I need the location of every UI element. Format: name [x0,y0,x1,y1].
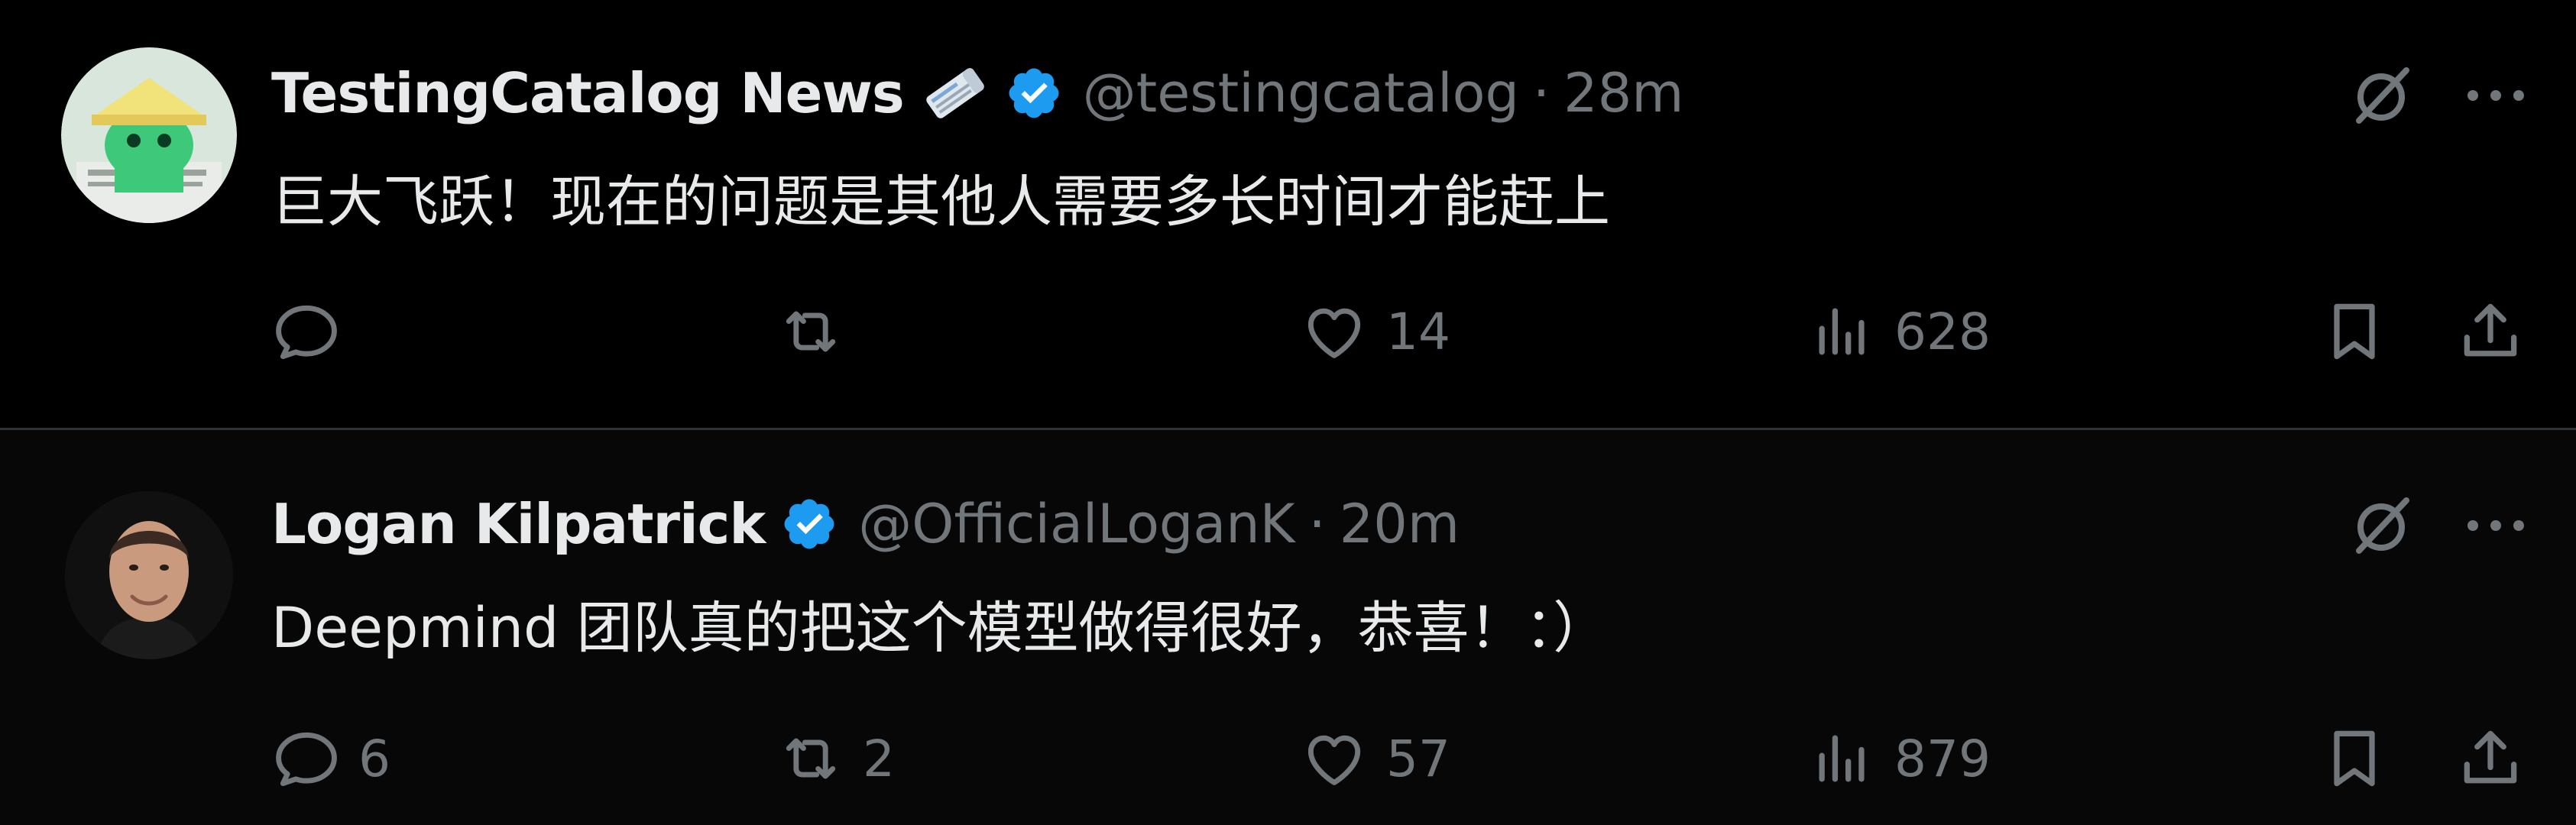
share-icon [2455,723,2526,794]
view-count: 879 [1894,729,1991,788]
tweet[interactable]: TestingCatalog News @testingcatalog · 28… [0,0,2576,428]
reply-icon [271,296,342,367]
like-count: 57 [1386,729,1450,788]
tweet-top-actions [2347,491,2530,560]
verified-badge-icon [1005,64,1063,122]
reply-button[interactable] [271,293,358,370]
grok-icon[interactable] [2347,61,2416,130]
timestamp[interactable]: 20m [1340,493,1460,555]
timestamp[interactable]: 28m [1563,62,1683,125]
tweet-text: 巨大飞跃！现在的问题是其他人需要多长时间才能赶上 [271,170,1610,235]
bookmark-icon [2319,296,2390,367]
more-icon[interactable] [2461,491,2530,560]
views-button[interactable]: 628 [1807,293,1991,370]
tweet-header: TestingCatalog News @testingcatalog · 28… [271,55,1683,131]
separator-dot: · [1308,493,1326,555]
like-count: 14 [1386,302,1450,361]
share-icon [2455,296,2526,367]
author-name[interactable]: TestingCatalog News [271,61,905,125]
retweet-count: 2 [863,729,895,788]
share-button[interactable] [2455,293,2526,370]
bookmark-button[interactable] [2319,720,2390,797]
more-icon[interactable] [2461,61,2530,130]
reply-count: 6 [358,729,390,788]
like-button[interactable]: 14 [1299,293,1450,370]
newspaper-emoji-icon [921,63,990,123]
retweet-button[interactable] [776,293,863,370]
separator-dot: · [1532,62,1550,125]
grok-icon[interactable] [2347,491,2416,560]
author-handle[interactable]: @OfficialLoganK [858,493,1294,555]
tweet-header: Logan Kilpatrick @OfficialLoganK · 20m [271,486,1460,562]
views-icon [1807,723,1878,794]
tweet-actions: 14 628 [271,293,2530,370]
views-button[interactable]: 879 [1807,720,1991,797]
reply-button[interactable]: 6 [271,720,390,797]
bookmark-button[interactable] [2319,293,2390,370]
author-handle[interactable]: @testingcatalog [1083,62,1519,125]
tweet[interactable]: Logan Kilpatrick @OfficialLoganK · 20m D [0,430,2576,825]
author-name[interactable]: Logan Kilpatrick [271,492,766,556]
tweet-top-actions [2347,61,2530,130]
logan-avatar-image [65,491,233,659]
reply-icon [271,723,342,794]
like-button[interactable]: 57 [1299,720,1450,797]
retweet-icon [776,296,846,367]
verified-badge-icon [780,495,838,553]
tweet-text: Deepmind 团队真的把这个模型做得很好，恭喜！：） [271,596,1609,661]
tweet-actions: 6 2 57 879 [271,720,2530,797]
view-count: 628 [1894,302,1991,361]
heart-icon [1299,723,1369,794]
avatar[interactable] [65,491,233,659]
share-button[interactable] [2455,720,2526,797]
avatar[interactable] [61,47,237,223]
retweet-button[interactable]: 2 [776,720,895,797]
testingcatalog-avatar-image [61,47,237,223]
bookmark-icon [2319,723,2390,794]
views-icon [1807,296,1878,367]
heart-icon [1299,296,1369,367]
retweet-icon [776,723,846,794]
